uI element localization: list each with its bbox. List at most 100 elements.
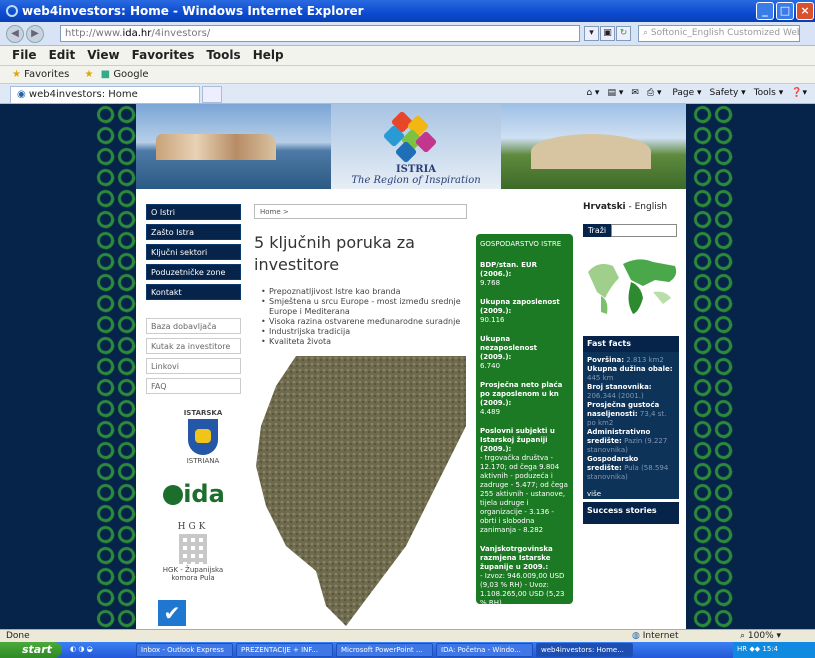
help-icon[interactable]: ❓▾ (791, 88, 807, 98)
menu-file[interactable]: File (12, 48, 37, 62)
menu-bar: File Edit View Favorites Tools Help (0, 46, 815, 66)
window-title: web4investors: Home - Windows Internet E… (22, 4, 364, 18)
tools-menu[interactable]: Tools ▾ (754, 88, 784, 98)
home-icon[interactable]: ⌂ ▾ (586, 88, 599, 98)
success-stories-link[interactable]: Success stories (583, 502, 679, 524)
system-tray: HR ◆◆ 15:4 (733, 642, 815, 658)
economy-item: Ukupna zaposlenost (2009.): 90.116 (480, 298, 560, 324)
nav-o-istri[interactable]: O Istri (146, 204, 241, 220)
print-icon[interactable]: ⎙ ▾ (647, 88, 662, 98)
taskbar: start ◐ ◑ ◒ Inbox - Outlook Express PREZ… (0, 642, 815, 658)
menu-favorites[interactable]: Favorites (132, 48, 195, 62)
economy-item: BDP/stan. EUR (2006.): 9.768 (480, 261, 538, 287)
hgk-logo[interactable]: HGK HGK - Županijska komora Pula (158, 522, 228, 582)
fast-facts-box: Fast facts Površina: 2.813 km2 Ukupna du… (583, 336, 679, 499)
quick-launch-icons[interactable]: ◐ ◑ ◒ (70, 645, 93, 653)
economy-item: Vanjskotrgovinska razmjena Istarske župa… (480, 545, 565, 607)
fact-item: Prosječna gustoća naseljenosti: 73,4 st.… (587, 401, 667, 427)
economy-item: Poslovni subjekti u Istarskoj županiji (… (480, 427, 568, 534)
nav-poduzetnicke-zone[interactable]: Poduzetničke zone (146, 264, 241, 280)
url-path: /4investors/ (151, 28, 211, 39)
key-messages-list: Prepoznatljivost Istre kao branda Smješt… (261, 287, 481, 347)
menu-tools[interactable]: Tools (206, 48, 240, 62)
compat-icon[interactable]: ▣ (600, 26, 615, 41)
hgk-caption: HGK - Županijska komora Pula (162, 566, 224, 582)
taskbar-item-folder[interactable]: PREZENTACIJE + INF... (236, 643, 333, 657)
list-item: Smještena u srcu Europe - most između sr… (261, 297, 481, 317)
lang-hrvatski[interactable]: Hrvatski (583, 202, 626, 212)
maximize-button[interactable]: □ (776, 2, 794, 20)
brand-name: ISTRIA (395, 164, 437, 175)
zoom-icon: ⌕ (740, 631, 746, 641)
url-prefix: http://www. (65, 28, 123, 39)
zoom-control[interactable]: ⌕ 100% ▾ (740, 631, 781, 641)
nav-linkovi[interactable]: Linkovi (146, 358, 241, 374)
taskbar-item-powerpoint[interactable]: Microsoft PowerPoint ... (336, 643, 433, 657)
add-favorite-icon[interactable]: ★ (85, 69, 94, 80)
breadcrumb-home[interactable]: Home > (260, 208, 289, 216)
nav-baza-dobavljaca[interactable]: Baza dobavljača (146, 318, 241, 334)
minimize-button[interactable]: _ (756, 2, 774, 20)
start-button[interactable]: start (0, 642, 62, 658)
tab-label: web4investors: Home (28, 89, 138, 100)
istarska-zupanija-logo[interactable]: ISTARSKA ISTRIANA (168, 409, 238, 465)
refresh-icon[interactable]: ↻ (616, 26, 631, 41)
nav-kontakt[interactable]: Kontakt (146, 284, 241, 300)
go-dropdown-icon[interactable]: ▾ (584, 26, 599, 41)
istria-satellite-map (256, 356, 466, 626)
google-link[interactable]: Google (113, 69, 148, 80)
feeds-icon[interactable]: ▤ ▾ (607, 88, 623, 98)
safety-menu[interactable]: Safety ▾ (710, 88, 746, 98)
fact-item: Gospodarsko središte: Pula (58.594 stano… (587, 455, 669, 481)
economy-more-link[interactable]: više (480, 610, 569, 619)
ida-text: ida (183, 480, 225, 508)
taskbar-item-ida[interactable]: IDA: Početna - Windo... (436, 643, 533, 657)
left-navigation: O Istri Zašto Istra Ključni sektori Podu… (146, 204, 241, 398)
language-indicator[interactable]: HR (737, 645, 747, 653)
fact-item: Ukupna dužina obale: 445 km (587, 365, 673, 382)
menu-edit[interactable]: Edit (49, 48, 76, 62)
coat-of-arms-icon (188, 419, 218, 455)
banner: ISTRIA The Region of Inspiration (136, 104, 686, 189)
search-placeholder: Softonic_English Customized Web Search (650, 28, 799, 38)
search-input[interactable]: ⌕ Softonic_English Customized Web Search (638, 25, 800, 42)
menu-help[interactable]: Help (253, 48, 284, 62)
site-search-input[interactable] (611, 224, 677, 237)
nav-kljucni-sektori[interactable]: Ključni sektori (146, 244, 241, 260)
istria-logo[interactable] (376, 110, 446, 164)
breadcrumb: Home > (254, 204, 467, 219)
globe-icon: ◍ (632, 631, 640, 641)
favorites-button[interactable]: Favorites (24, 69, 69, 80)
ida-mark-icon (163, 485, 184, 505)
taskbar-item-outlook[interactable]: Inbox - Outlook Express (136, 643, 233, 657)
fast-facts-more-link[interactable]: više (587, 490, 675, 499)
site-search: Traži (583, 224, 677, 237)
world-map[interactable] (583, 252, 683, 322)
mail-icon[interactable]: ✉ (631, 88, 639, 98)
forward-button[interactable]: ▶ (26, 25, 44, 43)
ida-logo[interactable]: ida (154, 480, 234, 508)
nav-faq[interactable]: FAQ (146, 378, 241, 394)
menu-view[interactable]: View (87, 48, 119, 62)
page-title: 5 ključnih poruka za investitore (254, 233, 415, 274)
tray-icons[interactable]: ◆◆ (749, 645, 760, 653)
command-bar: ⌂ ▾ ▤ ▾ ✉ ⎙ ▾ Page ▾ Safety ▾ Tools ▾ ❓▾ (578, 88, 807, 98)
status-text: Done (6, 631, 30, 641)
hgk-text: HGK (177, 522, 209, 532)
nav-zasto-istra[interactable]: Zašto Istra (146, 224, 241, 240)
taskbar-item-web4investors[interactable]: web4investors: Home... (536, 643, 633, 657)
close-button[interactable]: × (796, 2, 814, 20)
page-menu[interactable]: Page ▾ (672, 88, 701, 98)
list-item: Visoka razina ostvarene međunarodne sura… (261, 317, 481, 327)
nav-kutak-za-investitore[interactable]: Kutak za investitore (146, 338, 241, 354)
back-button[interactable]: ◀ (6, 25, 24, 43)
page-icon: ◉ (17, 89, 26, 100)
tab-web4investors[interactable]: ◉ web4investors: Home (10, 86, 200, 103)
lang-english[interactable]: English (635, 202, 668, 212)
url-field[interactable]: http://www.ida.hr/4investors/ (60, 25, 580, 42)
search-button[interactable]: Traži (583, 224, 611, 237)
fast-facts-header: Fast facts (583, 336, 679, 352)
new-tab-button[interactable] (202, 86, 222, 103)
checkmark-logo-icon[interactable]: ✔ (158, 600, 186, 626)
list-item: Prepoznatljivost Istre kao branda (261, 287, 481, 297)
